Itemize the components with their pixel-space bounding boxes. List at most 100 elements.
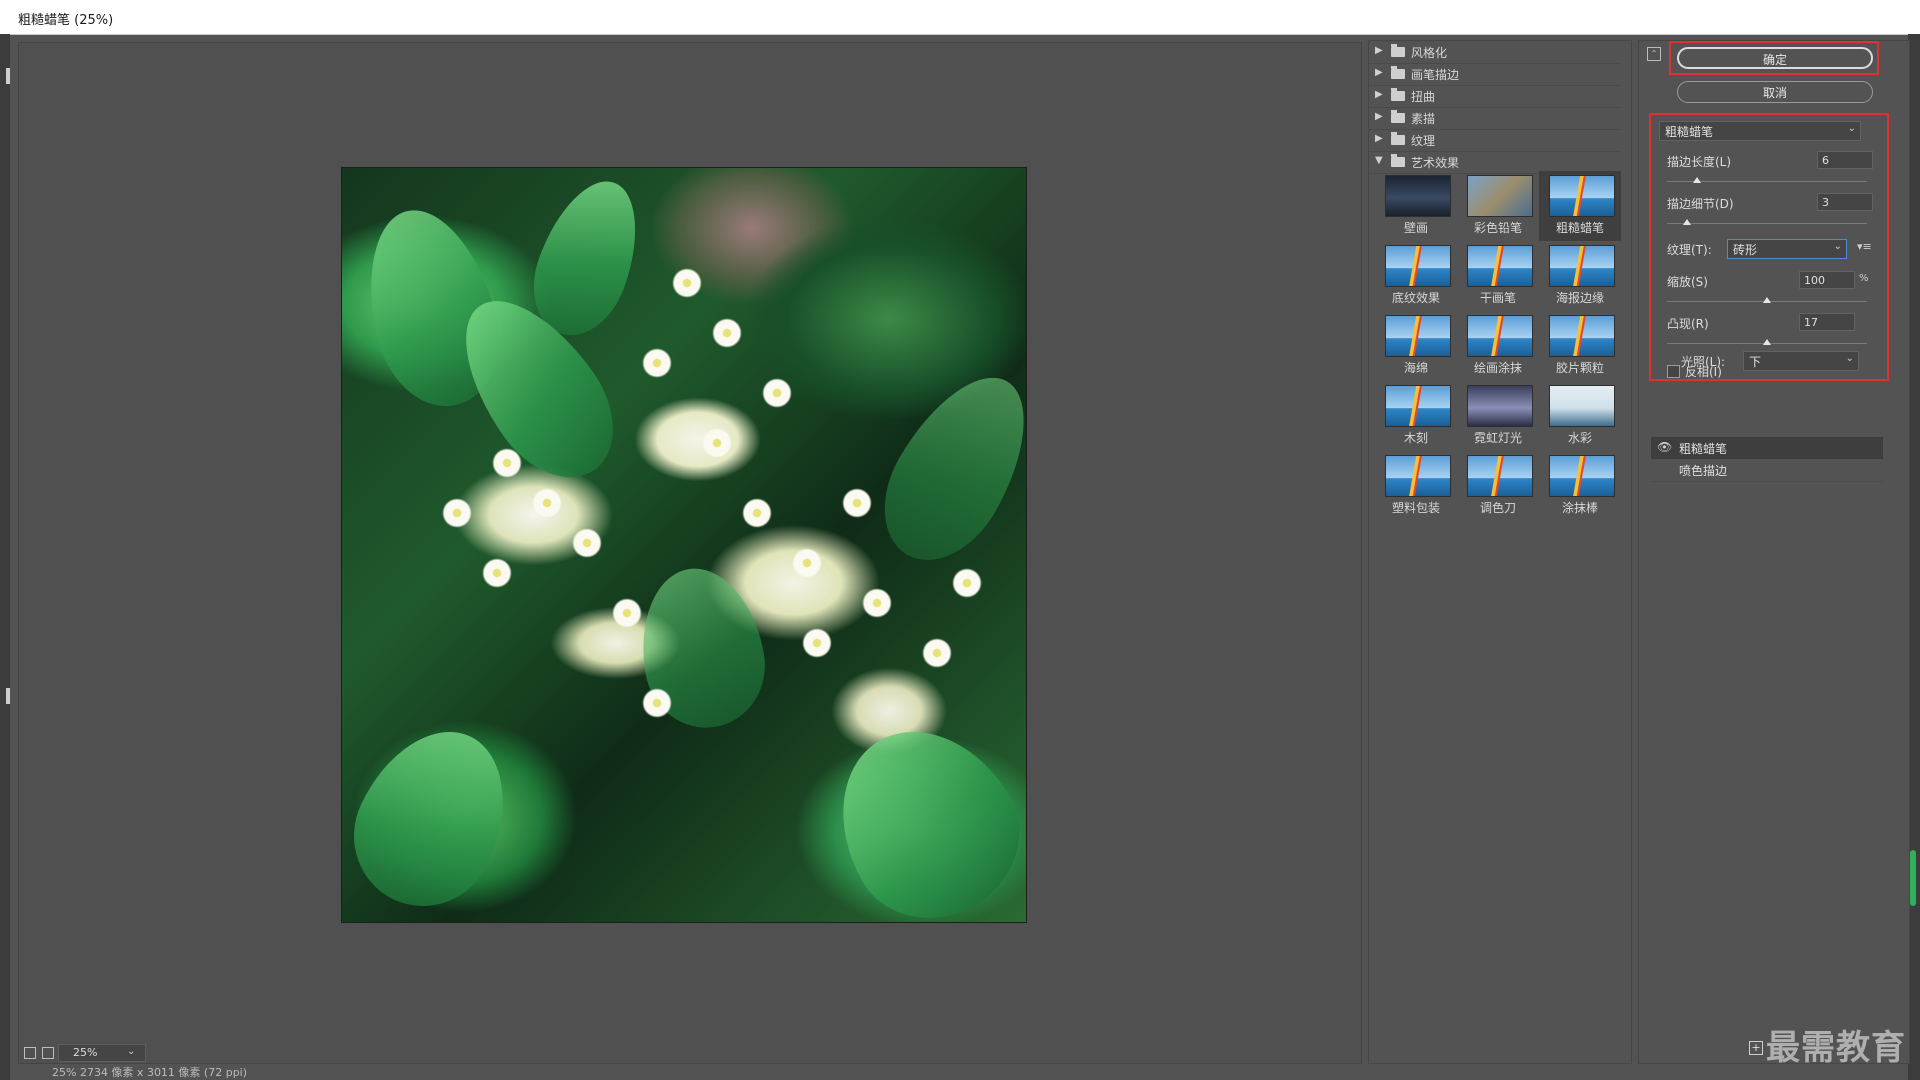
flower-blossom — [642, 348, 672, 378]
texture-select-value: 砖形 — [1733, 243, 1758, 257]
stroke-detail-input[interactable] — [1817, 193, 1873, 211]
filter-thumb-smudge-stick[interactable]: 涂抹棒 — [1539, 451, 1621, 521]
filter-select-value: 粗糙蜡笔 — [1665, 125, 1714, 139]
filter-category[interactable]: ▶ 画笔描边 — [1369, 63, 1621, 86]
filter-thumb-rough-pastels[interactable]: 粗糙蜡笔 — [1539, 171, 1621, 241]
filter-thumb-poster-edges[interactable]: 海报边缘 — [1539, 241, 1621, 311]
leaf-shape — [859, 353, 1026, 583]
preview-area[interactable] — [18, 42, 1362, 1064]
filter-thumb-label: 塑料包装 — [1391, 501, 1440, 515]
cancel-button[interactable]: 取消 — [1677, 81, 1873, 103]
flower-blossom — [842, 488, 872, 518]
slider-handle[interactable] — [1683, 219, 1691, 225]
chevron-down-icon: ⌄ — [1847, 123, 1856, 134]
filter-preview-thumbnail — [1467, 385, 1533, 427]
filter-thumb-label: 海报边缘 — [1555, 291, 1604, 305]
filter-preview-thumbnail — [1385, 385, 1451, 427]
filter-thumb-dry-brush[interactable]: 干画笔 — [1457, 241, 1539, 311]
flower-blossom — [802, 628, 832, 658]
flower-blossom — [442, 498, 472, 528]
watermark: 最需教育 — [1766, 1028, 1906, 1068]
effect-layer-row[interactable]: 喷色描边 — [1651, 459, 1883, 482]
texture-menu-icon[interactable]: ▾≡ — [1857, 240, 1872, 253]
invert-checkbox[interactable] — [1667, 365, 1680, 378]
light-select[interactable]: 下 ⌄ — [1743, 351, 1859, 371]
filter-thumb-label: 海绵 — [1403, 361, 1428, 375]
filter-preview-thumbnail — [1385, 245, 1451, 287]
slider-handle[interactable] — [1763, 297, 1771, 303]
window-title: 粗糙蜡笔 (25%) — [18, 13, 114, 28]
filter-thumb-sponge[interactable]: 海绵 — [1375, 311, 1457, 381]
flower-blossom — [612, 598, 642, 628]
scrollbar-handle[interactable] — [1910, 850, 1916, 906]
scaling-input[interactable] — [1799, 271, 1855, 289]
filter-category[interactable]: ▶ 扭曲 — [1369, 85, 1621, 108]
filter-thumbnail-grid: 壁画 彩色铅笔 粗糙蜡笔 底纹效果 干画笔 海报边缘 海绵 绘画涂抹 胶片颗粒 … — [1375, 171, 1621, 523]
collapse-triangle-icon: ▼ — [1375, 155, 1383, 166]
category-label: 素描 — [1411, 112, 1436, 126]
filter-preview-thumbnail — [1467, 455, 1533, 497]
expand-triangle-icon: ▶ — [1375, 45, 1383, 56]
stroke-detail-slider[interactable] — [1667, 223, 1867, 224]
chevron-down-icon: ⌄ — [127, 1046, 136, 1057]
slider-handle[interactable] — [1763, 339, 1771, 345]
filter-preview-thumbnail — [1467, 245, 1533, 287]
filter-thumb-label: 壁画 — [1403, 221, 1428, 235]
stroke-length-input[interactable] — [1817, 151, 1873, 169]
flower-blossom — [702, 428, 732, 458]
category-label: 扭曲 — [1411, 90, 1436, 104]
filter-thumb-paint-daubs[interactable]: 绘画涂抹 — [1457, 311, 1539, 381]
left-edge-marker — [6, 688, 10, 704]
flower-blossom — [762, 378, 792, 408]
chevron-down-icon: ⌄ — [1833, 241, 1842, 252]
zoom-bar: 25% ⌄ — [18, 1042, 258, 1064]
category-label: 艺术效果 — [1411, 156, 1460, 170]
filter-preview-thumbnail — [1467, 175, 1533, 217]
filter-thumb-mural[interactable]: 壁画 — [1375, 171, 1457, 241]
filter-preview-thumbnail — [1549, 455, 1615, 497]
filter-thumb-label: 涂抹棒 — [1561, 501, 1598, 515]
relief-input[interactable] — [1799, 313, 1855, 331]
category-label: 风格化 — [1411, 46, 1448, 60]
filter-category[interactable]: ▶ 纹理 — [1369, 129, 1621, 152]
eye-icon[interactable]: 👁 — [1657, 440, 1672, 454]
slider-handle[interactable] — [1693, 177, 1701, 183]
leaf-shape — [342, 706, 534, 922]
zoom-out-button[interactable] — [24, 1047, 36, 1059]
zoom-select[interactable]: 25% ⌄ — [58, 1044, 146, 1062]
filter-thumb-palette-knife[interactable]: 调色刀 — [1457, 451, 1539, 521]
filter-thumb-neon-glow[interactable]: 霓虹灯光 — [1457, 381, 1539, 451]
texture-select[interactable]: 砖形 ⌄ — [1727, 239, 1847, 259]
filter-thumb-label: 调色刀 — [1479, 501, 1516, 515]
new-effect-layer-icon[interactable]: + — [1749, 1041, 1763, 1055]
filter-thumb-colored-pencil[interactable]: 彩色铅笔 — [1457, 171, 1539, 241]
filter-thumb-watercolor[interactable]: 水彩 — [1539, 381, 1621, 451]
light-select-value: 下 — [1749, 355, 1762, 369]
flower-blossom — [642, 688, 672, 718]
filter-gallery: ▶ 风格化 ▶ 画笔描边 ▶ 扭曲 ▶ 素描 ▶ 纹理 ▼ 艺术效果 壁画 彩色… — [1368, 40, 1632, 1064]
leaf-shape — [805, 698, 1026, 922]
filter-thumb-underpainting[interactable]: 底纹效果 — [1375, 241, 1457, 311]
filter-thumb-cutout[interactable]: 木刻 — [1375, 381, 1457, 451]
filter-preview-thumbnail — [1385, 175, 1451, 217]
filter-category[interactable]: ▶ 风格化 — [1369, 41, 1621, 64]
zoom-in-button[interactable] — [42, 1047, 54, 1059]
filter-thumb-label: 水彩 — [1567, 431, 1592, 445]
stroke-length-label: 描边长度(L) — [1667, 155, 1732, 169]
filter-category[interactable]: ▶ 素描 — [1369, 107, 1621, 130]
flower-blossom — [672, 268, 702, 298]
filter-preview-thumbnail — [1549, 315, 1615, 357]
effect-layer-name: 喷色描边 — [1679, 464, 1728, 478]
filter-thumb-plastic-wrap[interactable]: 塑料包装 — [1375, 451, 1457, 521]
effect-layer-row[interactable]: 👁 粗糙蜡笔 — [1651, 437, 1883, 459]
category-label: 纹理 — [1411, 134, 1436, 148]
flower-blossom — [712, 318, 742, 348]
preview-image[interactable] — [341, 167, 1027, 923]
expand-triangle-icon: ▶ — [1375, 89, 1383, 100]
filter-select[interactable]: 粗糙蜡笔 ⌄ — [1659, 121, 1861, 141]
filter-thumb-label: 粗糙蜡笔 — [1555, 221, 1604, 235]
filter-thumb-film-grain[interactable]: 胶片颗粒 — [1539, 311, 1621, 381]
title-bar: 粗糙蜡笔 (25%) — [0, 0, 1920, 35]
collapse-gallery-icon[interactable]: ⌃ — [1647, 47, 1661, 61]
filter-thumb-label: 彩色铅笔 — [1473, 221, 1522, 235]
